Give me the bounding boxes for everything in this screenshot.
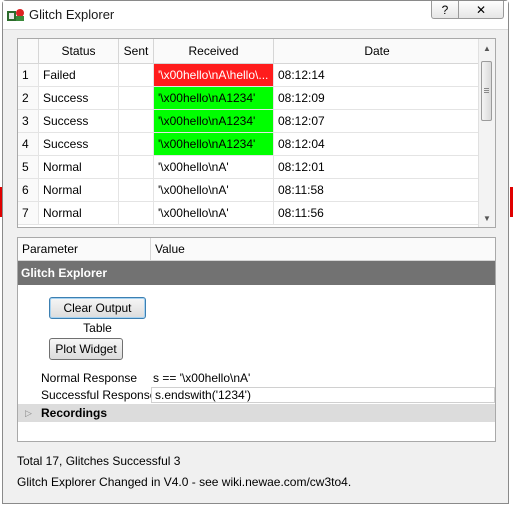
date-cell[interactable]: 08:12:09	[274, 87, 480, 109]
recordings-group[interactable]: ▷ Recordings	[18, 404, 495, 422]
help-button[interactable]: ?	[431, 1, 459, 19]
received-cell[interactable]: '\x00hello\nA'	[154, 156, 274, 178]
date-cell[interactable]: 08:12:14	[274, 64, 480, 86]
received-cell[interactable]: '\x00hello\nA'	[154, 202, 274, 224]
status-cell[interactable]: Normal	[39, 179, 119, 201]
glitch-explorer-window: Glitch Explorer ? ✕ Status Sent Received…	[2, 0, 509, 504]
status-cell[interactable]: Success	[39, 110, 119, 132]
version-notice: Glitch Explorer Changed in V4.0 - see wi…	[17, 475, 352, 489]
table-row[interactable]: 4 Success '\x00hello\nA1234' 08:12:04	[18, 133, 480, 156]
successful-response-row: Successful Response s.endswith('1234')	[18, 387, 495, 403]
parameter-tree: Parameter Value Glitch Explorer Clear Ou…	[17, 237, 496, 442]
status-cell[interactable]: Success	[39, 87, 119, 109]
received-cell[interactable]: '\x00hello\nA1234'	[154, 133, 274, 155]
row-number[interactable]: 3	[18, 110, 39, 132]
header-status[interactable]: Status	[39, 39, 119, 63]
table-row[interactable]: 6 Normal '\x00hello\nA' 08:11:58	[18, 179, 480, 202]
received-cell[interactable]: '\x00hello\nA\hello\...	[154, 64, 274, 86]
normal-response-label: Normal Response	[41, 371, 138, 385]
table-vertical-scrollbar[interactable]: ▲ ▼	[478, 39, 495, 227]
status-cell[interactable]: Success	[39, 133, 119, 155]
header-value[interactable]: Value	[151, 238, 185, 260]
row-number[interactable]: 7	[18, 202, 39, 224]
row-number[interactable]: 5	[18, 156, 39, 178]
help-icon: ?	[441, 2, 449, 17]
title-bar[interactable]: Glitch Explorer ? ✕	[3, 1, 508, 30]
header-sent[interactable]: Sent	[119, 39, 154, 63]
sent-cell[interactable]	[119, 179, 154, 201]
plot-widget-button[interactable]: Plot Widget	[49, 338, 123, 360]
sent-cell[interactable]	[119, 202, 154, 224]
sent-cell[interactable]	[119, 133, 154, 155]
scroll-up-icon[interactable]: ▲	[479, 41, 495, 57]
header-rownum[interactable]	[18, 39, 39, 63]
received-cell[interactable]: '\x00hello\nA'	[154, 179, 274, 201]
table-row[interactable]: 1 Failed '\x00hello\nA\hello\... 08:12:14	[18, 64, 480, 87]
sent-cell[interactable]	[119, 64, 154, 86]
close-button[interactable]: ✕	[458, 1, 504, 19]
date-cell[interactable]: 08:12:07	[274, 110, 480, 132]
successful-response-label: Successful Response	[41, 388, 157, 402]
group-glitch-explorer[interactable]: Glitch Explorer	[18, 261, 495, 285]
date-cell[interactable]: 08:11:56	[274, 202, 480, 224]
scroll-down-icon[interactable]: ▼	[479, 211, 495, 227]
date-cell[interactable]: 08:11:58	[274, 179, 480, 201]
date-cell[interactable]: 08:12:01	[274, 156, 480, 178]
row-number[interactable]: 1	[18, 64, 39, 86]
status-cell[interactable]: Normal	[39, 202, 119, 224]
normal-response-row: Normal Response s == '\x00hello\nA'	[18, 370, 495, 386]
header-parameter[interactable]: Parameter	[18, 238, 151, 260]
received-cell[interactable]: '\x00hello\nA1234'	[154, 110, 274, 132]
row-number[interactable]: 2	[18, 87, 39, 109]
expand-triangle-icon[interactable]: ▷	[25, 404, 32, 422]
header-received[interactable]: Received	[154, 39, 274, 63]
close-icon: ✕	[475, 2, 487, 17]
scroll-thumb[interactable]	[481, 61, 492, 121]
table-row[interactable]: 5 Normal '\x00hello\nA' 08:12:01	[18, 156, 480, 179]
date-cell[interactable]: 08:12:04	[274, 133, 480, 155]
status-cell[interactable]: Failed	[39, 64, 119, 86]
glitch-results-table[interactable]: Status Sent Received Date 1 Failed '\x00he…	[17, 38, 496, 228]
clear-output-table-button[interactable]: Clear Output Table	[49, 297, 146, 335]
table-header: Status Sent Received Date	[18, 39, 480, 64]
table-row[interactable]: 3 Success '\x00hello\nA1234' 08:12:07	[18, 110, 480, 133]
row-number[interactable]: 6	[18, 179, 39, 201]
normal-response-value[interactable]: s == '\x00hello\nA'	[153, 370, 250, 386]
header-date[interactable]: Date	[274, 39, 480, 63]
table-row[interactable]: 2 Success '\x00hello\nA1234' 08:12:09	[18, 87, 480, 110]
window-title: Glitch Explorer	[29, 7, 115, 22]
sent-cell[interactable]	[119, 110, 154, 132]
row-number[interactable]: 4	[18, 133, 39, 155]
sent-cell[interactable]	[119, 87, 154, 109]
summary-status: Total 17, Glitches Successful 3	[17, 454, 181, 468]
table-row[interactable]: 7 Normal '\x00hello\nA' 08:11:56	[18, 202, 480, 225]
sent-cell[interactable]	[119, 156, 154, 178]
chipwhisperer-app-icon	[7, 9, 24, 21]
recordings-label: Recordings	[41, 406, 108, 420]
received-cell[interactable]: '\x00hello\nA1234'	[154, 87, 274, 109]
successful-response-field[interactable]: s.endswith('1234')	[151, 387, 495, 403]
status-cell[interactable]: Normal	[39, 156, 119, 178]
parameter-tree-header: Parameter Value	[18, 238, 495, 261]
